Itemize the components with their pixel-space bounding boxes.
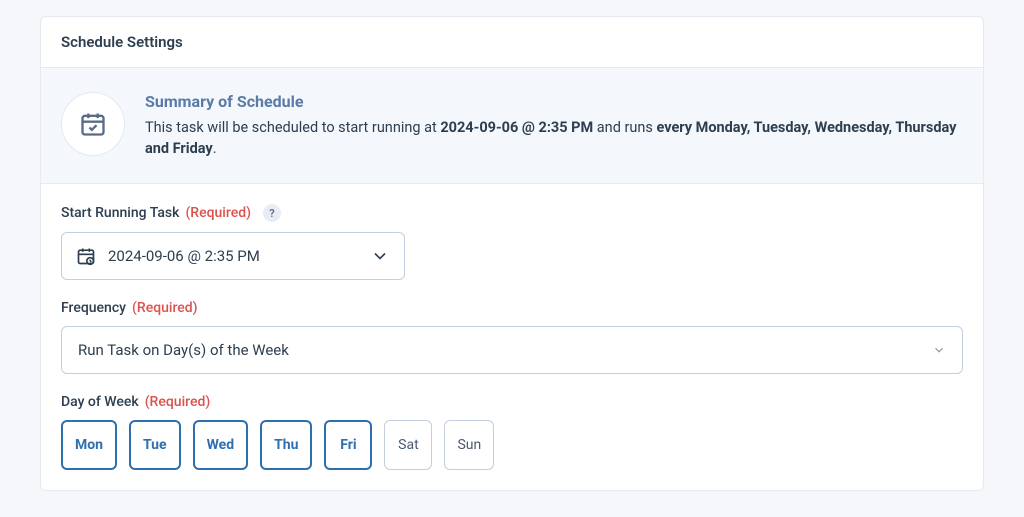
frequency-label-row: Frequency (Required) xyxy=(61,300,963,316)
chevron-down-icon xyxy=(932,343,946,357)
frequency-required: (Required) xyxy=(132,300,198,316)
start-datetime-value: 2024-09-06 @ 2:35 PM xyxy=(108,247,358,265)
summary-text: Summary of Schedule This task will be sc… xyxy=(145,92,963,159)
start-required: (Required) xyxy=(185,205,251,221)
frequency-select[interactable]: Run Task on Day(s) of the Week xyxy=(61,326,963,374)
start-label-row: Start Running Task (Required) ? xyxy=(61,204,963,222)
chevron-down-icon xyxy=(370,246,390,266)
field-start-running: Start Running Task (Required) ? 2024-09-… xyxy=(61,204,963,280)
summary-icon-wrap xyxy=(61,92,125,156)
help-icon[interactable]: ? xyxy=(263,204,281,222)
summary-description: This task will be scheduled to start run… xyxy=(145,117,963,159)
start-label: Start Running Task xyxy=(61,205,179,221)
start-datetime-input[interactable]: 2024-09-06 @ 2:35 PM xyxy=(61,232,405,280)
field-day-of-week: Day of Week (Required) Mon Tue Wed Thu F… xyxy=(61,394,963,470)
calendar-check-icon xyxy=(79,110,107,138)
dayofweek-label-row: Day of Week (Required) xyxy=(61,394,963,410)
day-btn-sat[interactable]: Sat xyxy=(384,420,432,470)
card-header: Schedule Settings xyxy=(41,17,983,68)
day-btn-thu[interactable]: Thu xyxy=(260,420,312,470)
summary-suffix: . xyxy=(213,140,217,157)
frequency-label: Frequency xyxy=(61,300,126,316)
day-btn-wed[interactable]: Wed xyxy=(193,420,248,470)
summary-prefix: This task will be scheduled to start run… xyxy=(145,119,440,136)
field-frequency: Frequency (Required) Run Task on Day(s) … xyxy=(61,300,963,374)
summary-section: Summary of Schedule This task will be sc… xyxy=(41,68,983,184)
day-buttons-row: Mon Tue Wed Thu Fri Sat Sun xyxy=(61,420,963,470)
day-btn-sun[interactable]: Sun xyxy=(444,420,494,470)
card-body: Start Running Task (Required) ? 2024-09-… xyxy=(41,184,983,490)
day-btn-mon[interactable]: Mon xyxy=(61,420,117,470)
calendar-clock-icon xyxy=(76,246,96,266)
summary-datetime: 2024-09-06 @ 2:35 PM xyxy=(440,119,593,136)
dayofweek-required: (Required) xyxy=(145,394,211,410)
card-title: Schedule Settings xyxy=(61,33,963,51)
day-btn-tue[interactable]: Tue xyxy=(129,420,181,470)
day-btn-fri[interactable]: Fri xyxy=(324,420,372,470)
summary-title: Summary of Schedule xyxy=(145,92,963,111)
dayofweek-label: Day of Week xyxy=(61,394,139,410)
schedule-settings-card: Schedule Settings Summary of Schedule Th… xyxy=(40,16,984,491)
frequency-value: Run Task on Day(s) of the Week xyxy=(78,341,932,359)
summary-mid: and runs xyxy=(593,119,656,136)
